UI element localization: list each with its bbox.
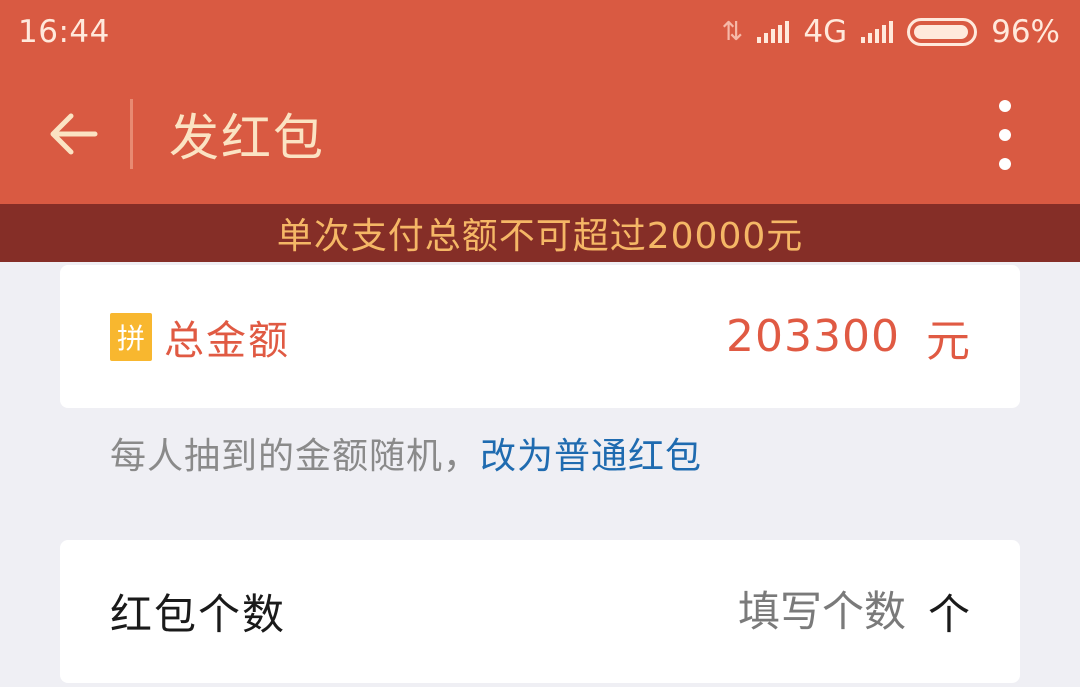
packet-count-field[interactable]: 个 bbox=[685, 581, 970, 642]
status-bar: 16:44 ⇅ 4G 96% bbox=[0, 0, 1080, 64]
hint-text: 每人抽到的金额随机， bbox=[110, 436, 481, 477]
more-vertical-icon-dot bbox=[999, 129, 1011, 141]
total-amount-card[interactable]: 拼 总金额 203300 元 bbox=[60, 265, 1020, 408]
title-bar: 发红包 bbox=[0, 64, 1080, 204]
data-transfer-icon: ⇅ bbox=[721, 17, 744, 47]
signal-icon bbox=[757, 21, 790, 43]
pin-badge: 拼 bbox=[110, 312, 152, 361]
battery-icon bbox=[907, 18, 978, 46]
status-indicators: ⇅ 4G 96% bbox=[722, 14, 1060, 50]
packet-count-label: 红包个数 bbox=[110, 590, 287, 639]
battery-level: 96% bbox=[991, 14, 1060, 50]
more-button[interactable] bbox=[990, 100, 1020, 170]
back-button[interactable] bbox=[0, 64, 130, 204]
total-amount-unit: 元 bbox=[926, 315, 970, 367]
red-packet-page: 16:44 ⇅ 4G 96% 发红包 单次支付总额不可超过20000元 拼 总金… bbox=[0, 0, 1080, 687]
more-vertical-icon-dot bbox=[999, 158, 1011, 170]
total-amount-field[interactable]: 203300 元 bbox=[726, 305, 970, 369]
switch-to-normal-link[interactable]: 改为普通红包 bbox=[480, 427, 702, 479]
status-time: 16:44 bbox=[18, 14, 110, 50]
page-title: 发红包 bbox=[169, 109, 325, 167]
packet-count-card[interactable]: 红包个数 个 bbox=[60, 540, 1020, 683]
arrow-left-icon bbox=[50, 113, 98, 155]
total-amount-label: 总金额 bbox=[164, 317, 290, 364]
total-amount-value[interactable]: 203300 bbox=[726, 311, 900, 362]
random-amount-hint: 每人抽到的金额随机， 改为普通红包 bbox=[110, 426, 702, 480]
packet-count-unit: 个 bbox=[927, 590, 970, 639]
network-type: 4G bbox=[803, 14, 848, 50]
signal-icon-2 bbox=[861, 21, 894, 43]
warning-text: 单次支付总额不可超过20000元 bbox=[276, 216, 804, 257]
total-label-group: 拼 总金额 bbox=[110, 308, 290, 366]
packet-count-input[interactable] bbox=[685, 587, 906, 636]
more-vertical-icon bbox=[999, 100, 1011, 112]
warning-banner: 单次支付总额不可超过20000元 bbox=[0, 204, 1080, 262]
title-divider bbox=[130, 99, 133, 169]
